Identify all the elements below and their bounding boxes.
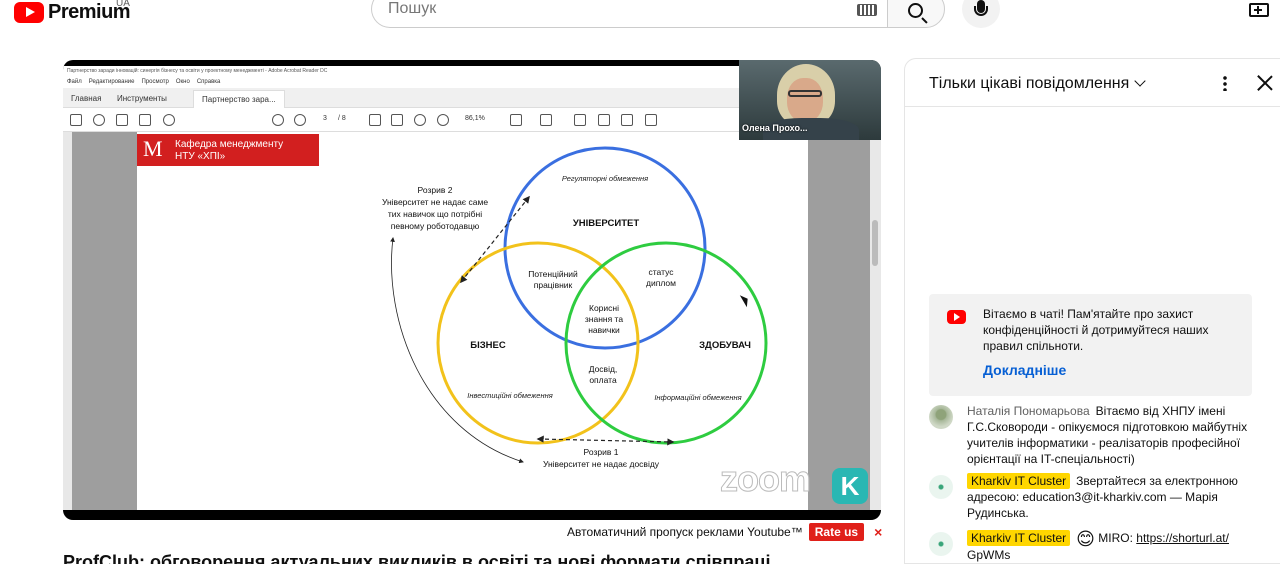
keyboard-icon[interactable]: [857, 4, 877, 16]
center-overlap-1: Корисні: [589, 303, 619, 313]
participant-camera: Олена Прохо...: [739, 60, 881, 140]
center-overlap-2: знання та: [585, 314, 623, 324]
rate-us-button[interactable]: Rate us: [808, 523, 865, 541]
chat-mode-selector[interactable]: Тільки цікаві повідомлення: [929, 75, 1129, 93]
chevron-down-icon[interactable]: [1134, 75, 1146, 87]
participant-name: Олена Прохо...: [742, 123, 808, 133]
live-chat-panel: Тільки цікаві повідомлення Вітаємо в чат…: [904, 58, 1280, 564]
learn-more-link[interactable]: Докладніше: [983, 362, 1066, 378]
overlap-business-student-2: оплата: [589, 375, 617, 385]
student-label: ЗДОБУВАЧ: [699, 340, 751, 351]
channel-badge-icon: K: [832, 468, 868, 504]
youtube-logo[interactable]: Premium: [14, 0, 131, 24]
center-overlap-3: навички: [588, 325, 620, 335]
ad-close-icon[interactable]: ×: [874, 524, 882, 540]
message-link-tail: GpWMs: [967, 547, 1011, 562]
message-author[interactable]: Наталія Пономарьова: [967, 404, 1090, 418]
gap2-title: Розрив 2: [418, 185, 453, 195]
smile-emoji-icon: 😊: [1076, 528, 1095, 549]
search-button[interactable]: [887, 0, 945, 28]
ad-skip-notice: Автоматичний пропуск реклами Youtube™ Ra…: [567, 523, 882, 541]
business-note: Інвестиційні обмеження: [467, 391, 552, 400]
video-player[interactable]: Партнерство заради інновацій: синергія б…: [63, 60, 881, 520]
search-box: [371, 0, 888, 28]
message-author-chip[interactable]: Kharkiv IT Cluster: [967, 473, 1071, 489]
gap2-line2: тих навичок що потрібні: [388, 209, 482, 219]
university-note: Регуляторні обмеження: [562, 174, 648, 183]
participant-glasses: [788, 90, 822, 97]
create-video-icon[interactable]: [1249, 3, 1269, 17]
avatar[interactable]: [929, 405, 953, 429]
message-link[interactable]: https://shorturl.at/: [1136, 531, 1229, 545]
ad-skip-text: Автоматичний пропуск реклами Youtube™: [567, 525, 803, 539]
voice-search-button[interactable]: [962, 0, 1000, 28]
message-text: MIRO:: [1098, 531, 1133, 545]
search-icon: [908, 3, 923, 18]
chat-welcome-card: Вітаємо в чаті! Пам'ятайте про захист ко…: [929, 294, 1252, 396]
masthead: Premium UA: [0, 0, 1280, 30]
avatar[interactable]: [929, 532, 953, 556]
overlap-business-student-1: Досвід,: [589, 364, 618, 374]
avatar[interactable]: [929, 475, 953, 499]
youtube-play-icon: [947, 310, 966, 324]
chat-message-body: Kharkiv IT Cluster Звертайтеся за електро…: [967, 473, 1257, 521]
zoom-watermark: zoom: [720, 458, 812, 500]
chat-message-body: Kharkiv IT Cluster 😊 MIRO: https://shortu…: [967, 530, 1257, 563]
search-input[interactable]: [388, 0, 828, 18]
overlap-university-student-1: статус: [649, 267, 675, 277]
chat-message-body: Наталія Пономарьова Вітаємо від ХНПУ імен…: [967, 403, 1257, 467]
student-note: Інформаційні обмеження: [654, 393, 741, 402]
gap2-line1: Університет не надає саме: [382, 197, 488, 207]
gap2-line3: певному роботодавцю: [391, 221, 480, 231]
participant-face: [787, 78, 823, 122]
close-icon[interactable]: [1255, 73, 1275, 93]
university-label: УНІВЕРСИТЕТ: [573, 218, 640, 229]
youtube-play-icon: [14, 1, 44, 23]
chat-header: Тільки цікаві повідомлення: [905, 59, 1280, 107]
business-label: БІЗНЕС: [470, 340, 506, 351]
video-title: ProfClub: обговорення актуальних викликі…: [63, 552, 771, 564]
overlap-business-university-1: Потенційний: [528, 269, 578, 279]
youtube-watch-page: Premium UA Партнерство заради інновацій:…: [0, 0, 1280, 564]
microphone-stand-icon: [974, 6, 988, 16]
more-options-icon[interactable]: [1223, 75, 1227, 91]
gap1-title: Розрив 1: [584, 447, 619, 457]
country-code: UA: [116, 0, 130, 9]
message-author-chip[interactable]: Kharkiv IT Cluster: [967, 530, 1071, 546]
welcome-text: Вітаємо в чаті! Пам'ятайте про захист ко…: [983, 307, 1209, 353]
overlap-university-student-2: диплом: [646, 278, 676, 288]
overlap-business-university-2: працівник: [534, 280, 573, 290]
gap1-line1: Університет не надає досвіду: [543, 459, 660, 469]
